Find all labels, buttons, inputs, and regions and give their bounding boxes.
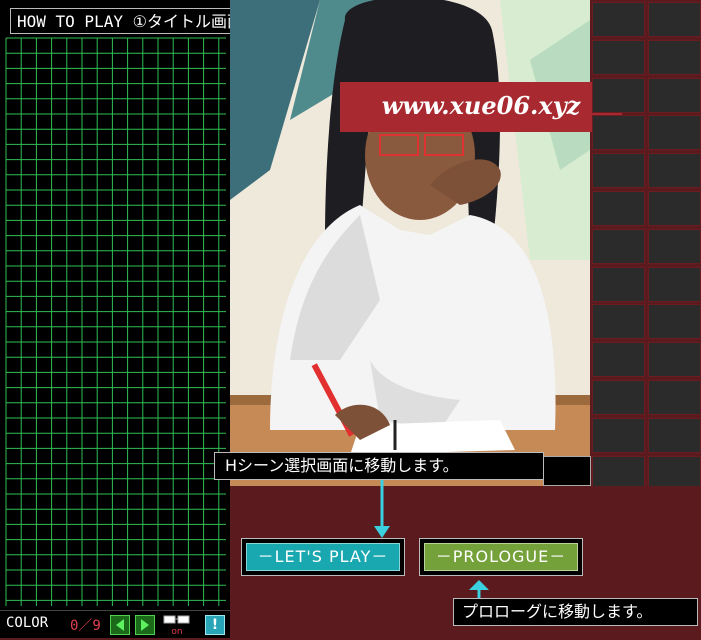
next-color-button[interactable] (135, 615, 155, 635)
lets-play-button[interactable]: －LET'S PLAY－ (246, 543, 400, 571)
scene-thumbnail-slot[interactable] (648, 417, 701, 453)
scene-thumbnail-slot[interactable] (592, 417, 645, 453)
color-label: COLOR (6, 615, 49, 631)
watermark-banner: www.xue06.xyz (340, 82, 622, 132)
play-button-frame: －LET'S PLAY－ (241, 538, 405, 576)
prologue-button[interactable]: －PROLOGUE－ (424, 543, 578, 571)
menu-bar-end (543, 456, 591, 486)
scene-thumbnail-slot[interactable] (648, 77, 701, 113)
play-tooltip: Hシーン選択画面に移動します。 (214, 452, 544, 480)
glasses-icon: on (163, 615, 190, 637)
right-arrow-icon (141, 619, 149, 631)
info-button[interactable]: ! (205, 615, 225, 635)
scene-thumbnail-slot[interactable] (648, 39, 701, 75)
scene-thumbnail-slot[interactable] (648, 304, 701, 340)
scene-thumbnail-slot[interactable] (648, 228, 701, 264)
scene-thumbnail-slot[interactable] (592, 153, 645, 189)
scene-thumbnail-slot[interactable] (648, 2, 701, 37)
scene-thumbnail-slot[interactable] (592, 342, 645, 378)
scene-thumbnail-slot[interactable] (592, 191, 645, 226)
scene-thumbnail-slot[interactable] (648, 191, 701, 226)
prologue-tooltip: プロローグに移動します。 (453, 598, 698, 626)
scene-thumbnail-slot[interactable] (592, 77, 645, 113)
scene-thumbnail-slot[interactable] (648, 342, 701, 378)
left-arrow-icon (116, 619, 124, 631)
scene-thumbnail-slot[interactable] (592, 115, 645, 151)
scene-thumbnail-slot[interactable] (592, 228, 645, 264)
scene-thumbnail-slot[interactable] (648, 380, 701, 415)
puzzle-grid-panel[interactable] (0, 0, 232, 610)
scene-thumbnail-slot[interactable] (648, 266, 701, 302)
scene-thumbnail-slot[interactable] (648, 115, 701, 151)
scene-thumbnail-slot[interactable] (592, 39, 645, 75)
glasses-toggle-button[interactable]: on (162, 614, 192, 637)
color-count: 0／9 (70, 618, 101, 634)
prev-color-button[interactable] (110, 615, 130, 635)
play-tip-connector (374, 480, 390, 538)
title-scene-illustration (230, 0, 590, 486)
scene-thumbnail-slot[interactable] (592, 2, 645, 37)
bottom-toolbar: COLOR 0／9 on ! (0, 610, 230, 638)
puzzle-grid[interactable] (0, 0, 230, 610)
toggle-state-text: on (171, 627, 182, 636)
prologue-button-frame: －PROLOGUE－ (419, 538, 583, 576)
scene-thumbnail-slot[interactable] (648, 153, 701, 189)
scene-thumbnail-grid[interactable] (590, 0, 701, 491)
scene-thumbnail-slot[interactable] (592, 266, 645, 302)
scene-thumbnail-slot[interactable] (592, 380, 645, 415)
scene-thumbnail-slot[interactable] (592, 304, 645, 340)
